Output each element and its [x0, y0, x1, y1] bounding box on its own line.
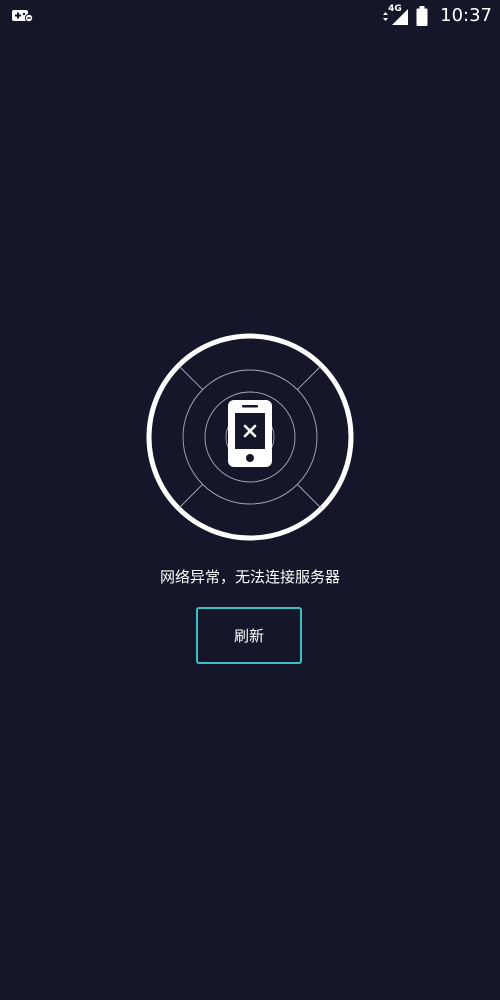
network-indicator: 4G	[380, 4, 410, 27]
game-notification-icon	[12, 8, 34, 23]
status-icons: 4G 10:37	[380, 4, 492, 28]
refresh-button[interactable]: 刷新	[196, 607, 302, 664]
error-message: 网络异常，无法连接服务器	[159, 568, 340, 586]
phone-offline-icon	[228, 400, 272, 467]
clock: 10:37	[440, 5, 492, 26]
network-error-illustration	[146, 333, 354, 541]
battery-icon	[416, 6, 428, 26]
status-bar: 4G 10:37	[0, 0, 500, 32]
network-type-label: 4G	[388, 4, 402, 14]
